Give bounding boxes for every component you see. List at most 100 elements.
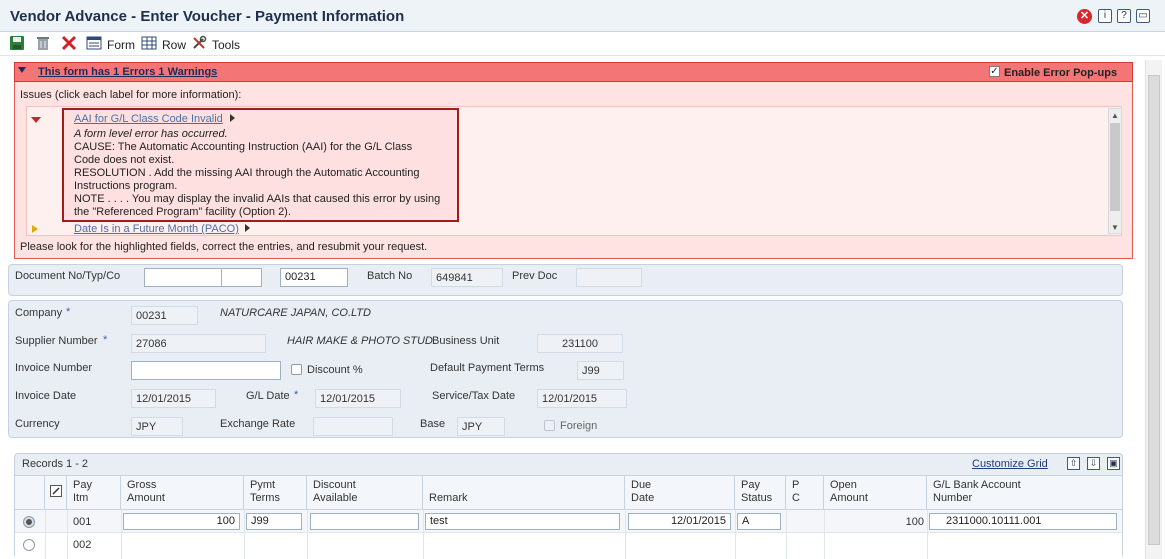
row-icon[interactable] [141, 35, 157, 51]
required-icon: * [294, 389, 299, 401]
edit-row-icon[interactable] [50, 485, 62, 497]
delete-icon[interactable] [35, 35, 51, 51]
grid-header-pay-itm[interactable]: Pay Itm [67, 476, 121, 510]
header-line: Pay [73, 479, 92, 491]
grid-line [67, 510, 68, 559]
cell-pay-itm: 002 [73, 539, 92, 551]
cell-remark[interactable]: test [425, 513, 620, 530]
header-line: Pymt [250, 479, 276, 491]
collapse-arrow-icon[interactable] [18, 67, 26, 73]
help-icon[interactable]: ? [1117, 9, 1131, 23]
cancel-icon[interactable] [61, 35, 77, 51]
company-label: Company [15, 307, 63, 319]
header-line: P [792, 479, 800, 491]
row-select-radio[interactable] [23, 539, 35, 551]
form-menu[interactable]: Form [107, 38, 135, 52]
cell-discount[interactable] [310, 513, 419, 530]
grid-line [824, 510, 825, 559]
grid-line [244, 510, 245, 559]
service-date-value: 12/01/2015 [537, 389, 627, 408]
scroll-up-icon[interactable]: ▲ [1111, 111, 1119, 120]
grid-header-pc[interactable]: PC [786, 476, 824, 510]
close-icon[interactable]: ✕ [1077, 9, 1092, 24]
prev-doc-value [576, 268, 642, 287]
grid-header-edit [45, 476, 67, 510]
export-icon[interactable]: ⇧ [1067, 457, 1080, 470]
gl-date-label: G/L Date [246, 390, 290, 402]
grid-line [735, 510, 736, 559]
header-line: Pay [741, 479, 760, 491]
issues-label: Issues (click each label for more inform… [20, 89, 242, 101]
invoice-date-value: 12/01/2015 [131, 389, 216, 408]
row-menu[interactable]: Row [162, 38, 186, 52]
enable-popups-checkbox[interactable]: ✓ [989, 66, 1000, 77]
issue-detail-line: NOTE . . . . You may display the invalid… [74, 193, 441, 205]
scroll-down-icon[interactable]: ▼ [1111, 223, 1119, 232]
header-line: Number [933, 492, 973, 504]
warning-collapsed-icon[interactable] [32, 225, 38, 233]
radio-selected-dot [26, 519, 32, 525]
tools-menu[interactable]: Tools [212, 38, 240, 52]
cell-open-amount: 100 [905, 516, 924, 528]
base-value: JPY [457, 417, 505, 436]
supplier-label: Supplier Number [15, 335, 98, 347]
customize-grid-link[interactable]: Customize Grid [972, 458, 1048, 470]
grid-line [927, 510, 928, 559]
issue-link-future-month[interactable]: Date Is in a Future Month (PACO) [74, 223, 239, 235]
document-no-input[interactable] [144, 268, 222, 287]
gl-date-value: 12/01/2015 [315, 389, 401, 408]
document-label: Document No/Typ/Co [15, 270, 121, 282]
grid-header-pay-status[interactable]: Pay Status [735, 476, 786, 510]
maximize-grid-icon[interactable]: ▣ [1107, 457, 1120, 470]
cell-gross-amount[interactable]: 100 [123, 513, 240, 530]
grid-header-open-amount[interactable]: Open Amount [824, 476, 927, 510]
exchange-rate-label: Exchange Rate [220, 418, 296, 430]
grid-header-due-date[interactable]: Due Date [625, 476, 735, 510]
grid-line [45, 510, 46, 559]
records-label: Records 1 - 2 [22, 458, 89, 470]
grid-header-select [15, 476, 45, 510]
issue-expand-arrow-icon[interactable] [245, 224, 250, 232]
header-line: Amount [830, 492, 868, 504]
header-line [429, 479, 618, 492]
header-line: Terms [250, 492, 280, 504]
window-title: Vendor Advance - Enter Voucher - Payment… [10, 8, 405, 25]
grid-header-remark[interactable]: Remark [423, 476, 625, 510]
invoice-number-input[interactable] [131, 361, 281, 380]
tools-icon[interactable] [191, 35, 207, 51]
issue-expand-arrow-icon[interactable] [230, 114, 235, 122]
prev-doc-label: Prev Doc [512, 270, 558, 282]
save-icon[interactable] [9, 35, 25, 51]
batch-no-value: 649841 [431, 268, 503, 287]
default-terms-label: Default Payment Terms [430, 362, 545, 374]
required-icon: * [103, 334, 108, 346]
issues-scroll-thumb[interactable] [1110, 123, 1120, 211]
cell-pymt-terms[interactable]: J99 [246, 513, 302, 530]
business-unit-value: 231100 [537, 334, 623, 353]
foreign-checkbox[interactable] [544, 420, 555, 431]
cell-pay-status[interactable]: A [737, 513, 781, 530]
issue-link-aai[interactable]: AAI for G/L Class Code Invalid [74, 113, 223, 125]
table-row[interactable] [15, 533, 1122, 557]
grid-header-discount[interactable]: Discount Available [307, 476, 423, 510]
document-co-input[interactable]: 00231 [280, 268, 348, 287]
error-panel-title[interactable]: This form has 1 Errors 1 Warnings [38, 66, 217, 78]
issue-expanded-icon[interactable] [31, 117, 41, 123]
form-icon[interactable] [86, 35, 102, 51]
grid-header-gl-bank[interactable]: G/L Bank Account Number [927, 476, 1122, 510]
enable-popups-label: Enable Error Pop-ups [1004, 67, 1118, 79]
service-date-label: Service/Tax Date [432, 390, 516, 402]
document-type-input[interactable] [221, 268, 262, 287]
main-scroll-thumb[interactable] [1148, 75, 1160, 545]
company-name: NATURCARE JAPAN, CO.LTD [220, 307, 371, 319]
info-icon[interactable]: i [1098, 9, 1112, 23]
import-icon[interactable]: ⇩ [1087, 457, 1100, 470]
grid-header-terms[interactable]: Pymt Terms [244, 476, 307, 510]
header-line: Remark [429, 492, 468, 504]
header-line: Gross [127, 479, 157, 491]
personalize-icon[interactable]: ▭ [1136, 9, 1150, 23]
cell-due-date[interactable]: 12/01/2015 [628, 513, 731, 530]
discount-checkbox[interactable] [291, 364, 302, 375]
grid-header-gross[interactable]: Gross Amount [121, 476, 244, 510]
cell-gl-bank-account[interactable]: 2311000.10111.001 [929, 513, 1117, 530]
